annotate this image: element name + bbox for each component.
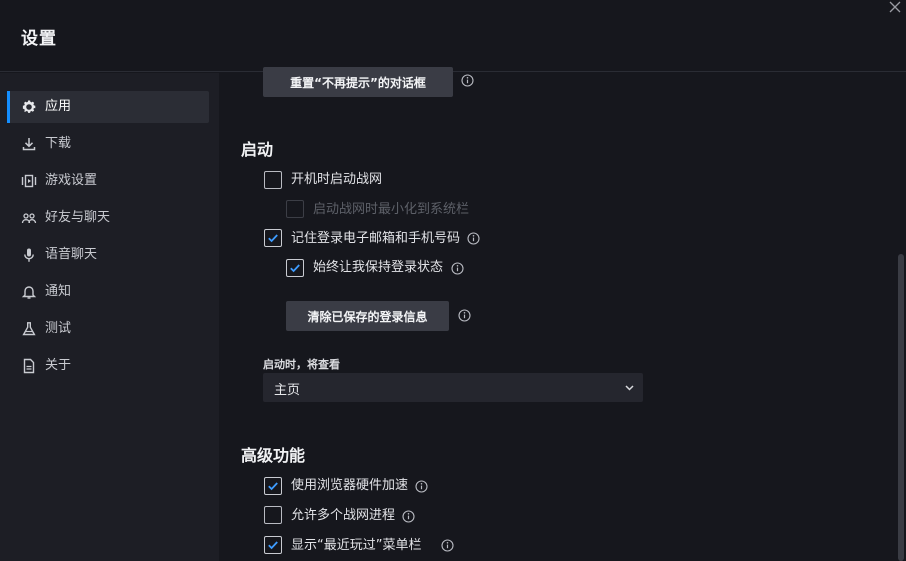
sidebar-item-friends[interactable]: 好友与聊天 [7,202,209,234]
minimize-to-tray-checkbox[interactable] [286,200,304,218]
keep-logged-in-checkbox[interactable] [286,259,304,277]
info-icon[interactable] [402,510,415,523]
startup-section-title: 启动 [241,140,274,159]
sidebar-item-label: 应用 [45,99,72,114]
recently-played-checkbox[interactable] [264,536,282,554]
gear-icon [21,99,37,115]
sidebar-item-about[interactable]: 关于 [7,350,209,382]
sidebar-item-download[interactable]: 下载 [7,128,209,160]
close-icon[interactable] [888,0,902,14]
keep-logged-in-label: 始终让我保持登录状态 [313,260,444,275]
checkmark-icon [290,264,300,273]
multiple-instances-checkbox[interactable] [264,506,282,524]
multiple-instances-label: 允许多个战网进程 [291,508,396,523]
game-settings-icon [21,173,37,189]
document-icon [21,358,37,374]
sidebar-item-label: 通知 [45,284,72,299]
checkmark-icon [268,234,278,243]
info-icon[interactable] [451,262,464,275]
checkmark-icon [268,541,278,550]
page-title: 设置 [21,29,57,49]
launch-on-startup-checkbox[interactable] [264,171,282,189]
info-icon[interactable] [458,309,471,322]
info-icon[interactable] [461,74,474,87]
checkmark-icon [268,482,278,491]
launch-on-startup-label: 开机时启动战网 [291,172,383,187]
info-icon[interactable] [467,232,480,245]
main-scrollbar[interactable] [898,254,904,561]
settings-header: 设置 [0,0,906,72]
download-icon [21,136,37,152]
sidebar-item-label: 游戏设置 [45,173,98,188]
hw-acceleration-checkbox[interactable] [264,477,282,495]
sidebar-item-test[interactable]: 测试 [7,313,209,345]
remember-login-label: 记住登录电子邮箱和手机号码 [291,231,461,246]
info-icon[interactable] [415,480,428,493]
info-icon[interactable] [441,539,454,552]
bell-icon [21,284,37,300]
minimize-to-tray-label: 启动战网时最小化到系统栏 [313,202,470,217]
reset-dialogs-button[interactable]: 重置“不再提示”的对话框 [263,67,453,97]
sidebar-item-label: 好友与聊天 [45,210,111,225]
clear-login-button[interactable]: 清除已保存的登录信息 [286,301,449,331]
sidebar-item-label: 下载 [45,136,72,151]
microphone-icon [21,247,37,263]
startup-view-label: 启动时，将查看 [263,358,340,371]
sidebar-item-app[interactable]: 应用 [7,91,209,123]
sidebar-item-voice-chat[interactable]: 语音聊天 [7,239,209,271]
chevron-down-icon [625,385,634,391]
sidebar-item-label: 关于 [45,358,72,373]
remember-login-checkbox[interactable] [264,229,282,247]
sidebar-item-notifications[interactable]: 通知 [7,276,209,308]
startup-view-value: 主页 [274,383,301,398]
sidebar-item-label: 测试 [45,321,72,336]
startup-view-select[interactable]: 主页 [263,373,643,402]
hw-acceleration-label: 使用浏览器硬件加速 [291,478,409,493]
sidebar-item-game-settings[interactable]: 游戏设置 [7,165,209,197]
sidebar-item-label: 语音聊天 [45,247,98,262]
sidebar: 应用 下载 游戏设置 好友与聊天 语音聊天 通知 测试 关于 [0,73,219,561]
advanced-section-title: 高级功能 [241,446,306,465]
friends-icon [21,210,37,226]
recently-played-label: 显示“最近玩过”菜单栏 [291,538,422,553]
flask-icon [21,321,37,337]
